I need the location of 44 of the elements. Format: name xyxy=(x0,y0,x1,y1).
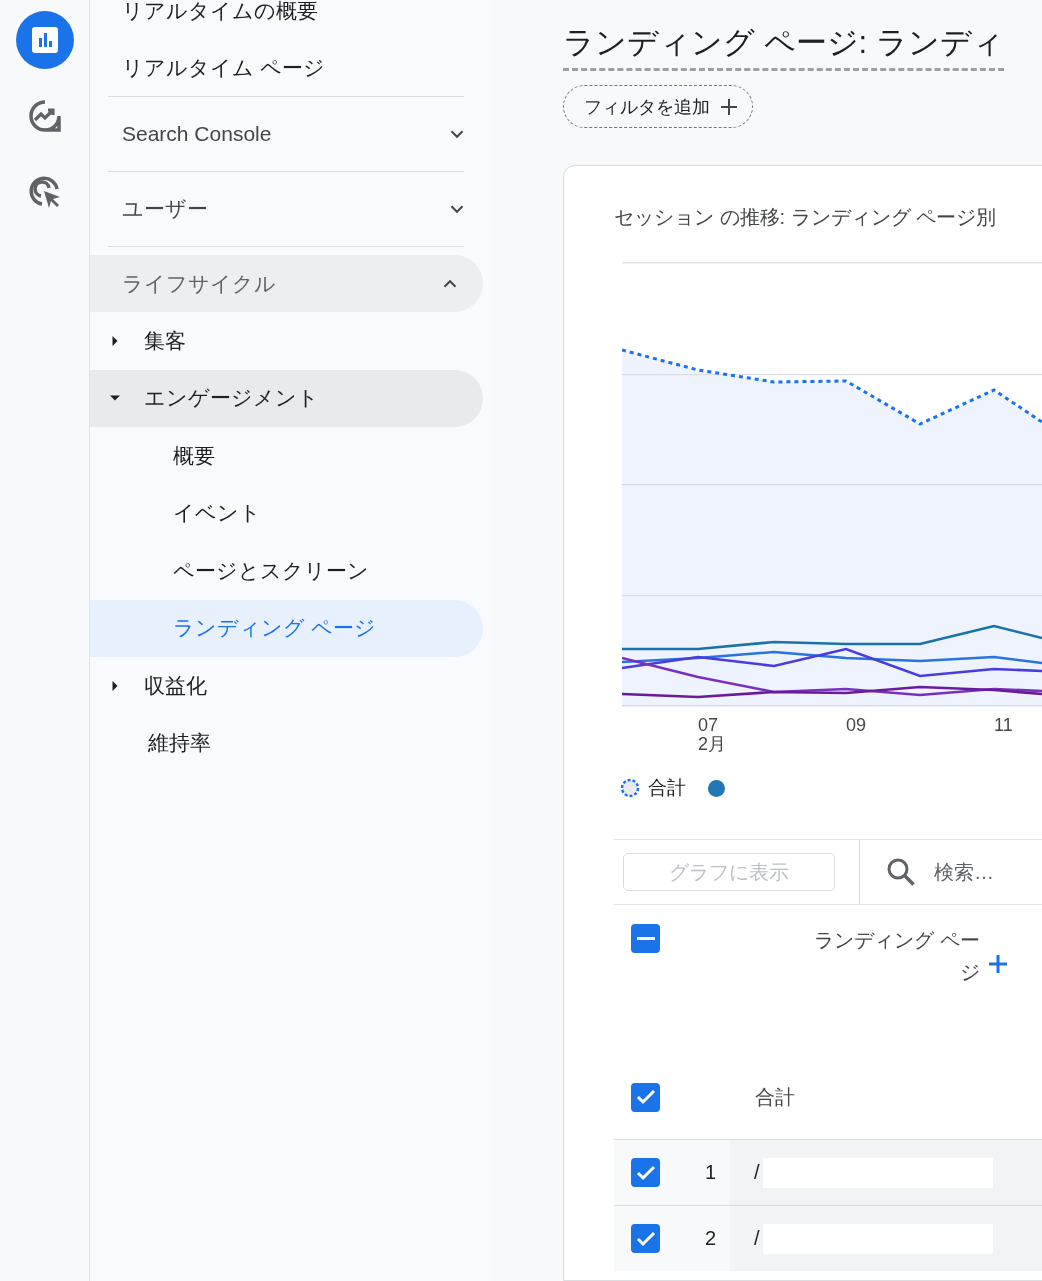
row-index: 1 xyxy=(704,1161,716,1184)
plus-icon xyxy=(720,97,738,116)
nav-link[interactable]: リアルタイム ページ xyxy=(90,39,490,96)
card-title: セッション の推移: ランディング ページ別 xyxy=(614,205,998,230)
nav-item[interactable]: ランディング ページ xyxy=(90,599,483,657)
nav-rail-button[interactable] xyxy=(15,11,74,69)
nav-group[interactable]: 収益化 xyxy=(90,657,483,715)
checkmark-icon xyxy=(635,1230,656,1247)
page-title: ランディング ページ: ランディ xyxy=(563,22,1004,71)
checkbox[interactable] xyxy=(631,924,660,953)
nav-item[interactable]: 概要 xyxy=(90,427,483,485)
nav-group[interactable]: 集客 xyxy=(90,312,483,370)
nav-item[interactable]: イベント xyxy=(90,484,483,542)
search-icon xyxy=(886,857,916,887)
axis-label: 07 xyxy=(698,715,719,735)
bar-chart-icon xyxy=(30,26,59,54)
axis-label: 09 xyxy=(846,715,867,735)
table-cell: / xyxy=(754,1227,760,1250)
nav-section[interactable]: ライフサイクル xyxy=(90,255,483,312)
triangle-icon xyxy=(110,680,120,691)
add-column-plus-icon[interactable] xyxy=(988,954,1008,974)
dotted-circle-icon xyxy=(620,778,640,798)
checkmark-icon xyxy=(635,1089,656,1105)
search-field[interactable]: 検索… xyxy=(932,859,1042,885)
triangle-icon xyxy=(110,335,120,346)
nav-link[interactable]: リアルタイムの概要 xyxy=(90,0,490,39)
checkbox[interactable] xyxy=(631,1158,660,1187)
checkbox[interactable] xyxy=(631,1082,660,1112)
trend-chart-icon xyxy=(26,98,63,134)
totals-label: 合計 xyxy=(755,1084,795,1110)
checkmark-icon xyxy=(635,1164,656,1181)
nav-section[interactable]: Search Console xyxy=(90,97,490,171)
dash-icon xyxy=(636,936,655,941)
table-cell: / xyxy=(754,1161,760,1184)
column-header[interactable]: ランディング ページ xyxy=(802,924,980,1055)
nav-item[interactable]: 維持率 xyxy=(90,714,483,772)
axis-label: 11 xyxy=(994,715,1013,735)
legend-label: 合計 xyxy=(648,776,686,800)
row-index: 2 xyxy=(704,1227,716,1250)
nav-group[interactable]: エンゲージメント xyxy=(90,369,483,427)
nav-item[interactable]: ページとスクリーン xyxy=(90,542,483,600)
nav-section[interactable]: ユーザー xyxy=(90,172,490,246)
checkbox[interactable] xyxy=(631,1224,660,1253)
axis-label: 2月 xyxy=(698,734,726,754)
